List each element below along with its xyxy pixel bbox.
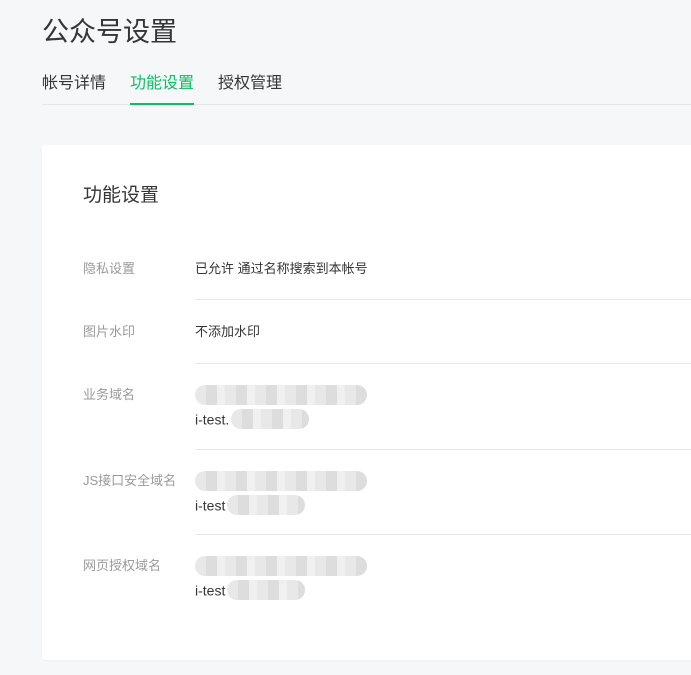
tab-bar: 帐号详情 功能设置 授权管理 xyxy=(42,70,691,105)
watermark-value: 不添加水印 xyxy=(195,324,261,339)
privacy-setting-value: 已允许 通过名称搜索到本帐号 xyxy=(195,261,368,276)
divider xyxy=(195,534,691,535)
domain-item xyxy=(195,468,367,492)
redacted-text xyxy=(195,556,367,577)
watermark-label: 图片水印 xyxy=(83,324,136,339)
divider xyxy=(195,449,691,450)
js-api-domain-label: JS接口安全域名 xyxy=(83,473,177,488)
tab-feature-settings[interactable]: 功能设置 xyxy=(130,70,195,105)
domain-prefix: i-test. xyxy=(195,411,230,428)
redacted-text xyxy=(231,409,310,430)
js-api-domain-list: i-test xyxy=(195,468,367,516)
divider xyxy=(195,299,691,300)
settings-card: 功能设置 隐私设置 已允许 通过名称搜索到本帐号 图片水印 不添加水印 业务域名… xyxy=(42,145,691,660)
redacted-text xyxy=(195,385,367,406)
privacy-setting-label: 隐私设置 xyxy=(83,261,136,276)
domain-item: i-test xyxy=(195,577,367,601)
domain-item: i-test xyxy=(195,492,367,516)
domain-prefix: i-test xyxy=(195,497,226,514)
web-auth-domain-list: i-test xyxy=(195,553,367,601)
tab-account-details[interactable]: 帐号详情 xyxy=(42,70,106,103)
business-domain-list: i-test. xyxy=(195,382,367,430)
domain-prefix: i-test xyxy=(195,582,226,599)
business-domain-label: 业务域名 xyxy=(83,387,136,402)
page-title: 公众号设置 xyxy=(42,17,177,47)
divider xyxy=(195,363,691,364)
web-auth-domain-label: 网页授权域名 xyxy=(83,558,162,573)
tab-authorization-management[interactable]: 授权管理 xyxy=(218,70,282,103)
redacted-text xyxy=(227,495,306,516)
domain-item xyxy=(195,382,367,406)
domain-item xyxy=(195,553,367,577)
redacted-text xyxy=(227,580,306,601)
redacted-text xyxy=(195,471,367,492)
domain-item: i-test. xyxy=(195,406,367,430)
card-title: 功能设置 xyxy=(83,185,160,206)
